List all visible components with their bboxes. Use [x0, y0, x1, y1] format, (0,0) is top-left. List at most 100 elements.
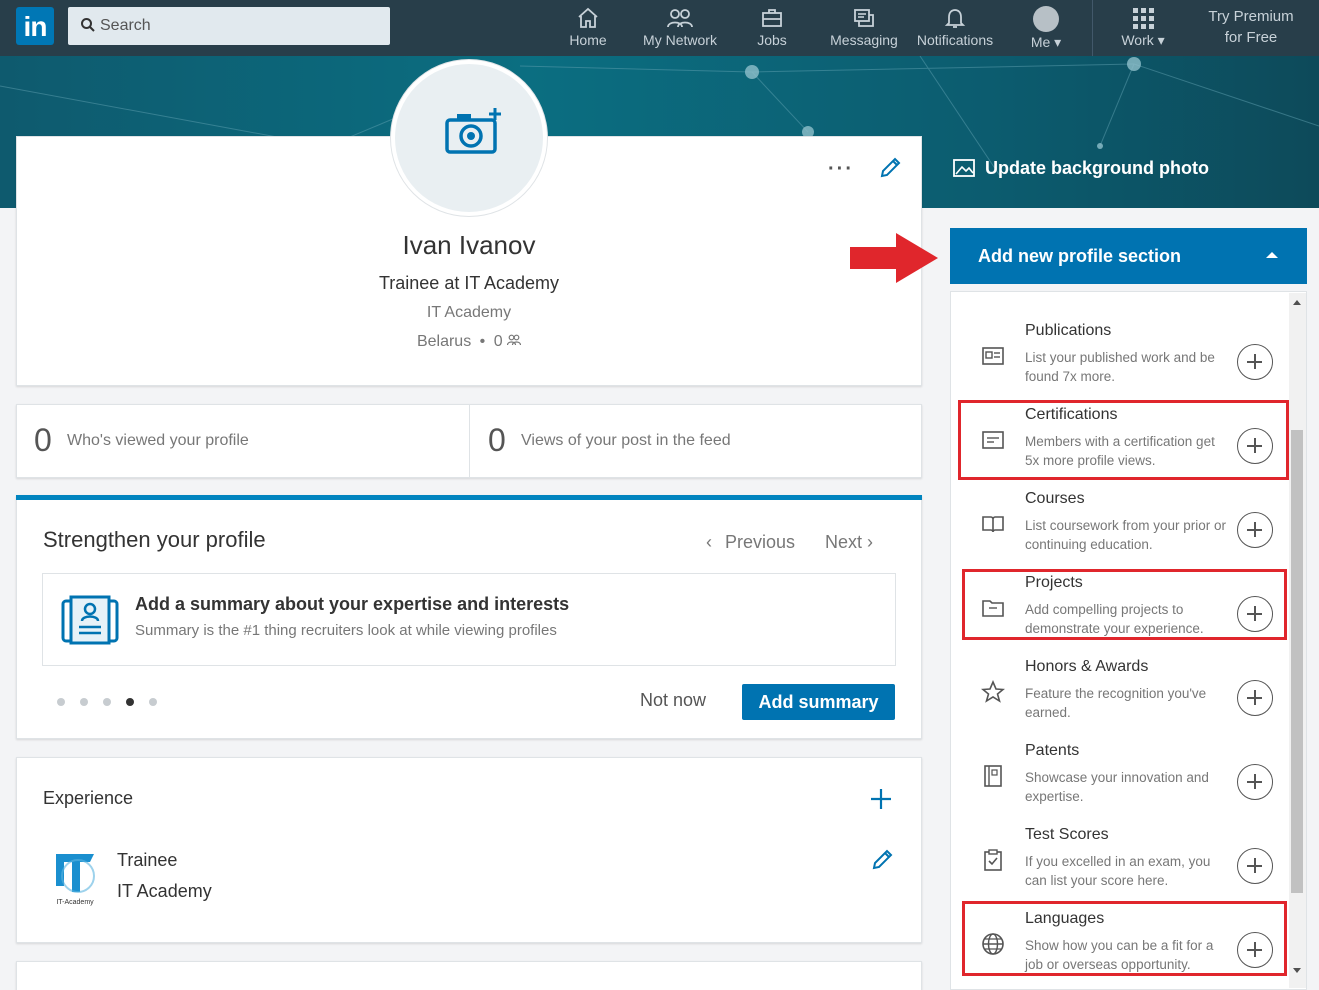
section-description: If you excelled in an exam, you can list…: [1025, 854, 1211, 888]
red-arrow-annotation: [850, 233, 938, 283]
search-input[interactable]: Search: [68, 7, 390, 45]
scroll-up-arrow-icon[interactable]: [1293, 300, 1301, 305]
profile-location: Belarus: [416, 333, 472, 350]
add-section-plus-icon[interactable]: [1237, 848, 1273, 884]
profile-views-label[interactable]: Who's viewed your profile: [67, 432, 249, 450]
home-icon: [578, 7, 598, 28]
nav-jobs-label: Jobs: [757, 32, 787, 48]
section-title: Honors & Awards: [1025, 658, 1149, 675]
carousel-dot[interactable]: [80, 698, 88, 706]
scrollbar-thumb[interactable]: [1291, 430, 1303, 893]
patent-icon: [984, 765, 1002, 787]
carousel-dot[interactable]: [126, 698, 134, 706]
previous-label: Previous: [725, 532, 796, 552]
edit-profile-icon[interactable]: [878, 156, 902, 180]
nav-my-network[interactable]: My Network: [636, 6, 724, 52]
section-item-publications[interactable]: Publications List your published work and…: [951, 318, 1291, 402]
profile-section-dropdown: Publications List your published work and…: [950, 291, 1307, 990]
add-summary-button[interactable]: Add summary: [742, 684, 895, 720]
add-experience-icon[interactable]: [869, 787, 893, 811]
carousel-dot[interactable]: [149, 698, 157, 706]
nav-home-label: Home: [569, 32, 607, 48]
nav-home[interactable]: Home: [560, 6, 616, 52]
suggestion-card[interactable]: [42, 573, 896, 666]
summary-icon: [61, 595, 119, 645]
post-views-count[interactable]: 0: [488, 422, 506, 459]
profile-headline: Trainee at IT Academy: [378, 273, 560, 293]
nav-notifications[interactable]: Notifications: [912, 6, 998, 52]
section-title: Patents: [1025, 742, 1080, 759]
strengthen-title: Strengthen your profile: [43, 527, 266, 552]
add-section-plus-icon[interactable]: [1237, 680, 1273, 716]
suggestion-subtitle: Summary is the #1 thing recruiters look …: [135, 622, 557, 639]
chevron-left-icon: ‹: [706, 532, 712, 552]
stats-divider: [469, 405, 470, 477]
section-item-honors-awards[interactable]: Honors & Awards Feature the recognition y…: [951, 654, 1291, 738]
briefcase-icon: [762, 9, 782, 27]
add-section-plus-icon[interactable]: [1237, 764, 1273, 800]
nav-my-network-label: My Network: [643, 32, 717, 48]
company-logo-caption: IT-Academy: [56, 899, 94, 906]
add-photo-icon: [445, 108, 501, 154]
grid-icon: [1133, 8, 1154, 29]
next-button[interactable]: Next ›: [825, 532, 873, 553]
section-description: List your published work and be found 7x…: [1025, 350, 1215, 384]
profile-company[interactable]: IT Academy: [16, 304, 922, 322]
bell-icon: [944, 9, 966, 28]
profile-name: Ivan Ivanov: [402, 230, 536, 260]
profile-location-line: Belarus • 0: [16, 333, 922, 351]
experience-role: Trainee: [117, 850, 178, 870]
add-profile-section-button[interactable]: Add new profile section: [950, 228, 1307, 284]
carousel-dot[interactable]: [103, 698, 111, 706]
next-section-card: [16, 961, 922, 990]
red-highlight-box: [962, 901, 1287, 976]
update-background-label: Update background photo: [985, 158, 1209, 178]
nav-work-label: Work ▾: [1121, 32, 1165, 48]
next-label: Next: [825, 532, 863, 552]
section-title: Publications: [1025, 322, 1112, 339]
company-logo[interactable]: IT-Academy: [50, 850, 100, 908]
network-icon: [667, 9, 693, 28]
profile-views-count[interactable]: 0: [34, 422, 52, 459]
section-item-test-scores[interactable]: Test Scores If you excelled in an exam, y…: [951, 822, 1291, 906]
add-profile-section-label: Add new profile section: [978, 246, 1182, 266]
premium-line-2: for Free: [1224, 29, 1278, 46]
avatar-icon: [1033, 6, 1059, 32]
scroll-down-arrow-icon[interactable]: [1293, 968, 1301, 973]
star-icon: [981, 680, 1005, 703]
nav-me-label: Me ▾: [1030, 34, 1062, 50]
connections-icon: [506, 334, 522, 346]
section-item-patents[interactable]: Patents Showcase your innovation and expe…: [951, 738, 1291, 822]
search-icon: [81, 18, 95, 32]
add-section-plus-icon[interactable]: [1237, 344, 1273, 380]
try-premium-link[interactable]: Try Premium for Free: [1195, 6, 1307, 48]
section-item-courses[interactable]: Courses List coursework from your prior o…: [951, 486, 1291, 570]
nav-messaging[interactable]: Messaging: [826, 6, 902, 52]
experience-title: Experience: [43, 788, 134, 808]
previous-button[interactable]: ‹ Previous: [706, 532, 795, 553]
red-highlight-box: [958, 400, 1289, 480]
section-title: Test Scores: [1025, 826, 1109, 843]
experience-company[interactable]: IT Academy: [117, 881, 212, 902]
linkedin-logo[interactable]: in: [16, 7, 54, 45]
premium-line-1: Try Premium: [1208, 8, 1294, 25]
more-actions-button[interactable]: ···: [828, 158, 854, 181]
nav-work[interactable]: Work ▾: [1114, 6, 1172, 52]
red-highlight-box: [962, 569, 1287, 640]
update-background-button[interactable]: Update background photo: [953, 158, 1209, 179]
add-section-plus-icon[interactable]: [1237, 512, 1273, 548]
it-academy-logo-icon: [56, 854, 95, 893]
profile-photo[interactable]: [391, 60, 547, 216]
nav-divider: [1092, 0, 1093, 56]
connections-count[interactable]: 0: [494, 333, 503, 350]
section-description: Feature the recognition you've earned.: [1025, 686, 1207, 720]
carousel-dot[interactable]: [57, 698, 65, 706]
nav-jobs[interactable]: Jobs: [746, 6, 798, 52]
not-now-button[interactable]: Not now: [640, 690, 706, 711]
edit-experience-icon[interactable]: [870, 848, 894, 872]
image-icon: [953, 159, 975, 177]
suggestion-title: Add a summary about your expertise and i…: [135, 594, 570, 614]
nav-me[interactable]: Me ▾: [1022, 6, 1070, 52]
post-views-label[interactable]: Views of your post in the feed: [521, 432, 731, 450]
messaging-icon: [854, 9, 874, 27]
